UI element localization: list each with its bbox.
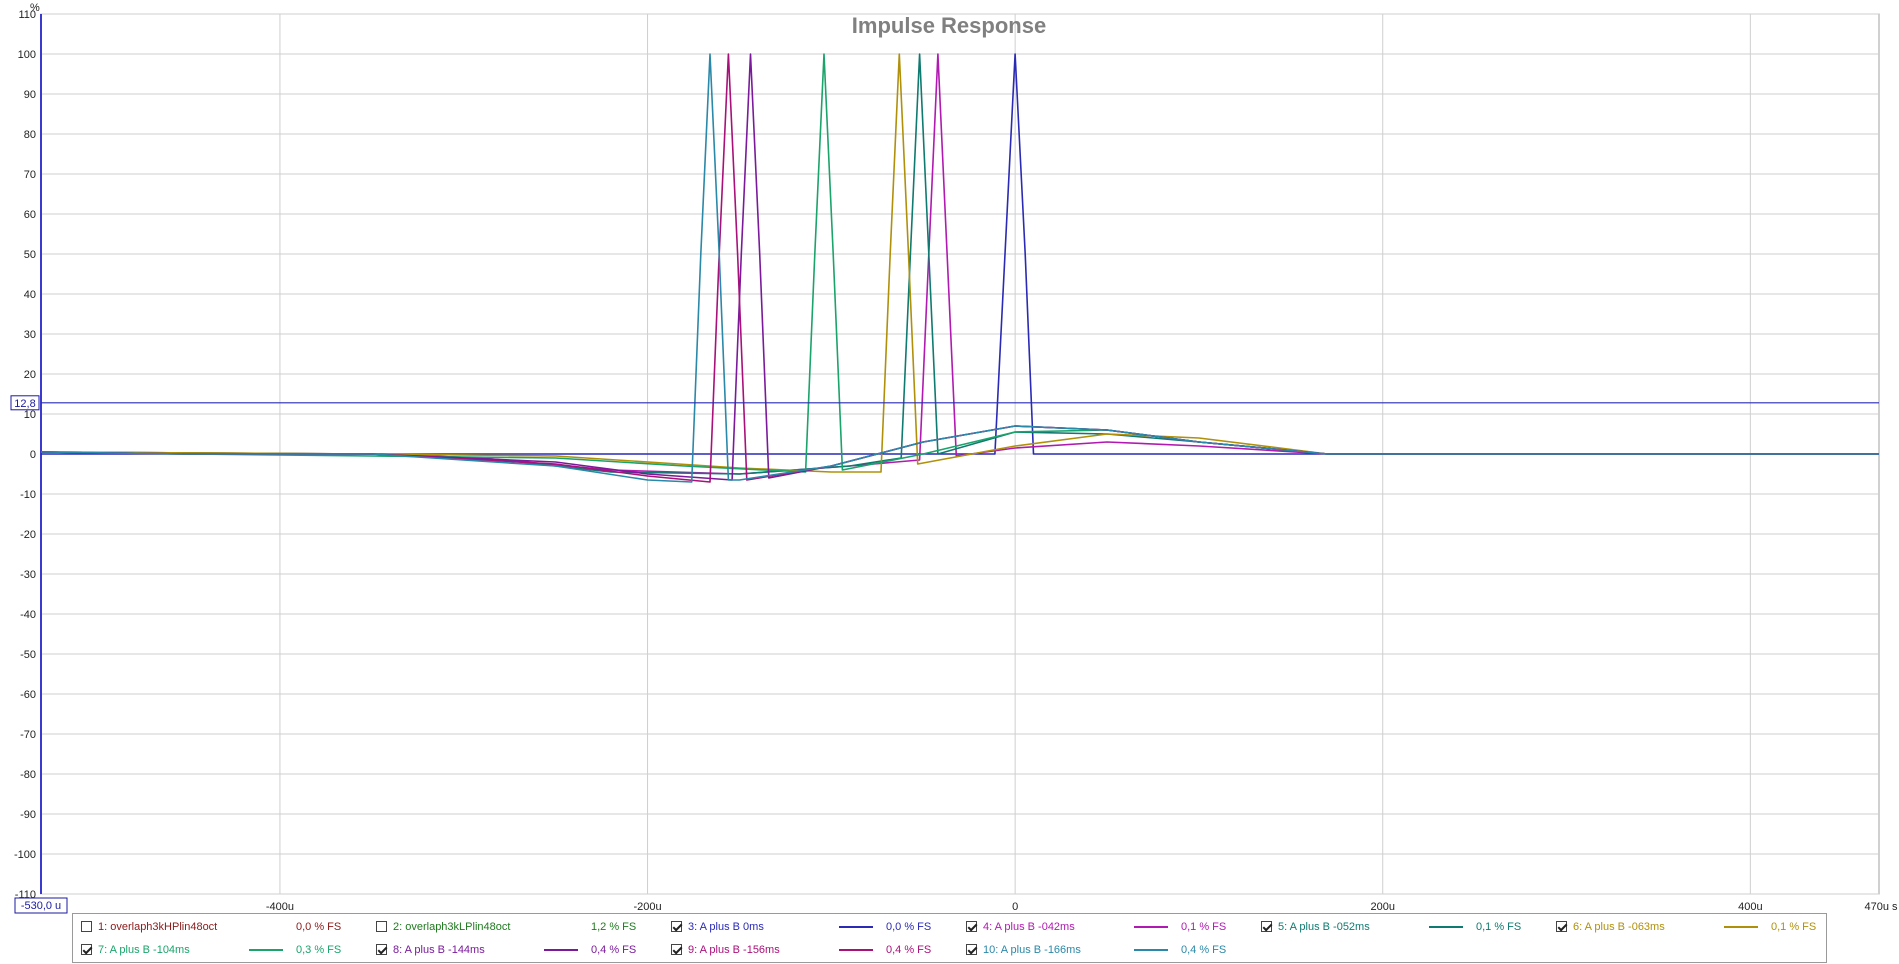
x-tick-label: 400u xyxy=(1738,901,1762,913)
y-tick-label: -90 xyxy=(20,809,36,821)
y-tick-label: 40 xyxy=(24,289,36,301)
x-range-start-label: -530,0 u xyxy=(21,900,61,912)
y-tick-label: -10 xyxy=(20,489,36,501)
legend-series-value: 0,4 % FS xyxy=(591,944,637,956)
legend-series-name: 6: A plus B -063ms xyxy=(1573,921,1665,933)
y-tick-label: -40 xyxy=(20,609,36,621)
legend-series-value: 0,4 % FS xyxy=(886,944,932,956)
legend-series-name: 10: A plus B -166ms xyxy=(983,944,1081,956)
y-tick-label: 0 xyxy=(30,449,36,461)
legend-item[interactable]: 1: overlaph3kHPlin48oct 0,0 % FS xyxy=(81,918,366,936)
legend-series-value: 0,0 % FS xyxy=(886,921,932,933)
legend-series-name: 1: overlaph3kHPlin48oct xyxy=(98,921,218,933)
legend-checkbox[interactable] xyxy=(1261,921,1272,932)
legend-item[interactable]: 8: A plus B -144ms 0,4 % FS xyxy=(376,941,661,959)
chart-title: Impulse Response xyxy=(852,13,1046,38)
impulse-response-chart: 1101009080706050403020100-10-20-30-40-50… xyxy=(10,2,1898,914)
legend-checkbox[interactable] xyxy=(671,921,682,932)
legend-checkbox[interactable] xyxy=(966,921,977,932)
legend-series-name: 8: A plus B -144ms xyxy=(393,944,485,956)
legend-color-swatch xyxy=(249,949,283,951)
legend-series-name: 5: A plus B -052ms xyxy=(1278,921,1370,933)
legend-checkbox[interactable] xyxy=(376,921,387,932)
legend-item[interactable]: 7: A plus B -104ms 0,3 % FS xyxy=(81,941,366,959)
x-tick-label: -200u xyxy=(633,901,661,913)
y-tick-label: -20 xyxy=(20,529,36,541)
legend-color-swatch xyxy=(839,949,873,951)
legend-checkbox[interactable] xyxy=(1556,921,1567,932)
legend-color-swatch xyxy=(1429,926,1463,928)
y-tick-label: 60 xyxy=(24,209,36,221)
y-tick-label: -70 xyxy=(20,729,36,741)
legend-color-swatch xyxy=(1134,926,1168,928)
legend-series-name: 2: overlaph3kLPlin48oct xyxy=(393,921,511,933)
x-tick-label: 0 xyxy=(1012,901,1018,913)
y-tick-label: 50 xyxy=(24,249,36,261)
y-tick-label: -100 xyxy=(14,849,36,861)
y-tick-label: 70 xyxy=(24,169,36,181)
y-tick-label: -30 xyxy=(20,569,36,581)
y-tick-label: 10 xyxy=(24,409,36,421)
legend-item[interactable]: 3: A plus B 0ms 0,0 % FS xyxy=(671,918,956,936)
legend-item[interactable]: 10: A plus B -166ms 0,4 % FS xyxy=(966,941,1251,959)
legend-series-value: 0,1 % FS xyxy=(1476,921,1522,933)
legend-series-name: 9: A plus B -156ms xyxy=(688,944,780,956)
y-tick-label: 90 xyxy=(24,89,36,101)
y-tick-label: 80 xyxy=(24,129,36,141)
cursor-value-label: 12,8 xyxy=(14,398,35,410)
legend-color-swatch xyxy=(544,949,578,951)
legend-item[interactable]: 2: overlaph3kLPlin48oct 1,2 % FS xyxy=(376,918,661,936)
y-tick-label: -60 xyxy=(20,689,36,701)
y-unit-label: % xyxy=(30,2,40,14)
legend-color-swatch xyxy=(839,926,873,928)
legend-series-name: 3: A plus B 0ms xyxy=(688,921,764,933)
legend-checkbox[interactable] xyxy=(966,944,977,955)
y-tick-label: -80 xyxy=(20,769,36,781)
legend-series-value: 0,1 % FS xyxy=(1181,921,1227,933)
y-tick-label: 20 xyxy=(24,369,36,381)
legend-series-name: 7: A plus B -104ms xyxy=(98,944,190,956)
legend-checkbox[interactable] xyxy=(376,944,387,955)
legend-panel: 1: overlaph3kHPlin48oct 0,0 % FS 2: overla… xyxy=(72,913,1827,963)
legend-color-swatch xyxy=(1724,926,1758,928)
legend-item[interactable]: 9: A plus B -156ms 0,4 % FS xyxy=(671,941,956,959)
legend-series-value: 0,1 % FS xyxy=(1771,921,1817,933)
y-tick-label: 100 xyxy=(18,49,36,61)
legend-series-value: 1,2 % FS xyxy=(591,921,637,933)
legend-checkbox[interactable] xyxy=(671,944,682,955)
legend-series-value: 0,4 % FS xyxy=(1181,944,1227,956)
x-tick-label: 200u xyxy=(1370,901,1394,913)
legend-color-swatch xyxy=(1134,949,1168,951)
legend-series-name: 4: A plus B -042ms xyxy=(983,921,1075,933)
legend-item[interactable]: 5: A plus B -052ms 0,1 % FS xyxy=(1261,918,1546,936)
y-tick-label: -50 xyxy=(20,649,36,661)
y-tick-label: 30 xyxy=(24,329,36,341)
legend-checkbox[interactable] xyxy=(81,944,92,955)
legend-item[interactable]: 6: A plus B -063ms 0,1 % FS xyxy=(1556,918,1841,936)
x-tick-label: -400u xyxy=(266,901,294,913)
legend-checkbox[interactable] xyxy=(81,921,92,932)
legend-series-value: 0,0 % FS xyxy=(296,921,342,933)
x-range-end-label: 470u s xyxy=(1864,901,1898,913)
legend-series-value: 0,3 % FS xyxy=(296,944,342,956)
legend-item[interactable]: 4: A plus B -042ms 0,1 % FS xyxy=(966,918,1251,936)
